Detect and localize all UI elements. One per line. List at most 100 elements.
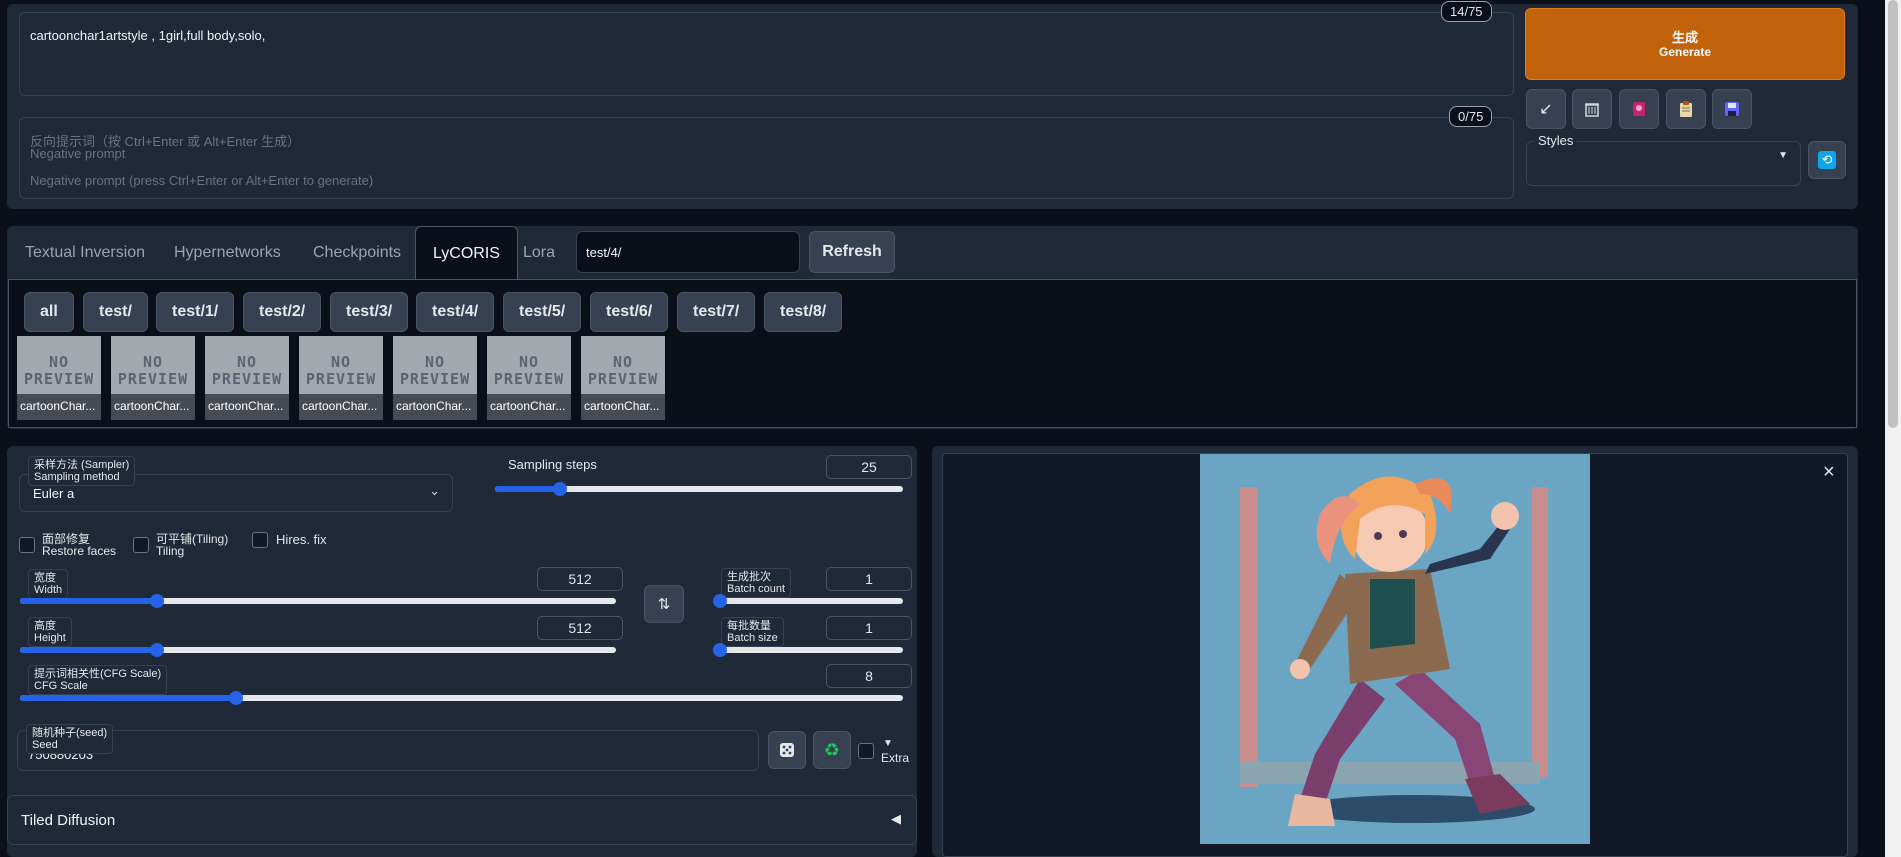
hires-fix-label: Hires. fix (276, 532, 327, 547)
network-card[interactable]: NO PREVIEW cartoonChar... (393, 336, 477, 420)
batch-count-slider-thumb[interactable] (713, 594, 727, 608)
prompt-input[interactable]: cartoonchar1artstyle , 1girl,full body,s… (19, 12, 1514, 96)
width-slider-thumb[interactable] (150, 594, 164, 608)
generate-button[interactable]: 生成 Generate (1525, 8, 1845, 80)
tiling-label: 可平铺(Tiling) Tiling (156, 533, 228, 557)
steps-slider-fill (495, 486, 560, 492)
height-label: 高度 Height (28, 617, 72, 647)
network-card[interactable]: NO PREVIEW cartoonChar... (581, 336, 665, 420)
batch-size-label-en: Batch size (727, 632, 778, 644)
cfg-input[interactable]: 8 (826, 664, 912, 688)
restore-faces-label: 面部修复 Restore faces (42, 533, 116, 557)
random-seed-button[interactable] (768, 731, 806, 769)
height-slider-thumb[interactable] (150, 643, 164, 657)
folder-test-7-button[interactable]: test/7/ (677, 292, 756, 332)
cfg-slider-fill (20, 695, 236, 701)
no-preview-text: NO PREVIEW (587, 353, 659, 388)
batch-count-slider[interactable] (713, 594, 903, 608)
reuse-seed-button[interactable]: ♻ (813, 731, 851, 769)
steps-slider[interactable] (495, 482, 903, 496)
refresh-networks-button[interactable]: Refresh (809, 231, 895, 273)
extra-networks-button[interactable] (1619, 89, 1659, 129)
dice-icon (780, 743, 794, 757)
folder-test-2-button[interactable]: test/2/ (243, 292, 322, 332)
cfg-label-cn: 提示词相关性(CFG Scale) (34, 668, 162, 680)
folder-test-5-button[interactable]: test/5/ (503, 292, 582, 332)
folder-test-6-button[interactable]: test/6/ (590, 292, 669, 332)
cfg-slider-thumb[interactable] (229, 691, 243, 705)
negative-prompt-input[interactable]: 反向提示词（按 Ctrl+Enter 或 Alt+Enter 生成） Negat… (19, 117, 1514, 199)
height-label-en: Height (34, 632, 66, 644)
seed-label: 随机种子(seed) Seed (26, 724, 114, 754)
tiling-checkbox[interactable] (133, 537, 149, 553)
generated-image[interactable] (1200, 454, 1590, 844)
prompt-text: cartoonchar1artstyle , 1girl,full body,s… (30, 28, 266, 43)
card-name: cartoonChar... (393, 394, 477, 420)
extra-seed-checkbox[interactable] (858, 743, 874, 759)
steps-label: Sampling steps (508, 457, 597, 472)
width-input[interactable]: 512 (537, 567, 623, 591)
folder-test-3-button[interactable]: test/3/ (330, 292, 409, 332)
tab-hypernetworks[interactable]: Hypernetworks (157, 228, 298, 278)
no-preview-text: NO PREVIEW (493, 353, 565, 388)
tab-textual-inversion[interactable]: Textual Inversion (8, 228, 162, 278)
network-card[interactable]: NO PREVIEW cartoonChar... (17, 336, 101, 420)
generate-label-cn: 生成 (1671, 29, 1698, 45)
network-card[interactable]: NO PREVIEW cartoonChar... (111, 336, 195, 420)
batch-count-label-cn: 生成批次 (727, 571, 771, 583)
network-card[interactable]: NO PREVIEW cartoonChar... (487, 336, 571, 420)
save-style-button[interactable] (1712, 89, 1752, 129)
folder-test-8-button[interactable]: test/8/ (764, 292, 843, 332)
folder-test-1-button[interactable]: test/1/ (156, 292, 235, 332)
batch-count-input[interactable]: 1 (826, 567, 912, 591)
hires-fix-checkbox[interactable] (252, 532, 268, 548)
styles-refresh-button[interactable]: ⟲ (1808, 141, 1846, 179)
styles-dropdown-arrow: ▼ (1778, 150, 1788, 161)
height-label-cn: 高度 (34, 620, 56, 632)
clipboard-icon (1680, 101, 1692, 117)
arrow-icon: ↙ (1539, 101, 1553, 118)
save-icon (1725, 102, 1739, 116)
refresh-icon: ⟲ (1818, 151, 1836, 169)
network-search-value: test/4/ (586, 245, 622, 260)
tab-lycoris[interactable]: LyCORIS (415, 226, 518, 281)
read-params-button[interactable]: ↙ (1526, 89, 1566, 129)
tab-checkpoints[interactable]: Checkpoints (296, 228, 418, 278)
width-slider[interactable] (20, 594, 616, 608)
batch-size-input[interactable]: 1 (826, 616, 912, 640)
batch-size-slider-thumb[interactable] (713, 643, 727, 657)
batch-size-slider[interactable] (713, 643, 903, 657)
cfg-label-en: CFG Scale (34, 680, 88, 692)
folder-all-button[interactable]: all (24, 292, 74, 332)
card-name: cartoonChar... (487, 394, 571, 420)
swap-dimensions-button[interactable]: ⇅ (644, 585, 684, 623)
folder-test-button[interactable]: test/ (83, 292, 148, 332)
steps-slider-thumb[interactable] (553, 482, 567, 496)
apply-style-button[interactable] (1666, 89, 1706, 129)
restore-faces-checkbox[interactable] (19, 537, 35, 553)
seed-input[interactable]: 750880203 (17, 730, 759, 771)
network-search-input[interactable]: test/4/ (576, 231, 800, 273)
height-input[interactable]: 512 (537, 616, 623, 640)
page-scrollbar[interactable] (1885, 0, 1901, 857)
close-icon[interactable]: × (1823, 461, 1835, 484)
generate-label-en: Generate (1658, 44, 1712, 59)
network-card[interactable]: NO PREVIEW cartoonChar... (205, 336, 289, 420)
height-slider[interactable] (20, 643, 616, 657)
batch-size-label: 每批数量 Batch size (721, 617, 784, 647)
network-card[interactable]: NO PREVIEW cartoonChar... (299, 336, 383, 420)
cfg-slider[interactable] (20, 691, 903, 705)
clear-prompt-button[interactable] (1572, 89, 1612, 129)
collapse-arrow-icon: ◀ (891, 811, 901, 826)
batch-count-label-en: Batch count (727, 583, 786, 595)
no-preview-text: NO PREVIEW (23, 353, 95, 388)
no-preview-text: NO PREVIEW (399, 353, 471, 388)
steps-input[interactable]: 25 (826, 455, 912, 479)
tiled-diffusion-accordion[interactable]: Tiled Diffusion ◀ (7, 795, 917, 845)
width-label-cn: 宽度 (34, 572, 56, 584)
page-scrollbar-thumb[interactable] (1888, 0, 1898, 428)
restore-faces-label-en: Restore faces (42, 544, 117, 558)
tab-lora[interactable]: Lora (506, 228, 572, 278)
folder-test-4-button[interactable]: test/4/ (416, 292, 495, 332)
recycle-icon: ♻ (823, 739, 841, 760)
